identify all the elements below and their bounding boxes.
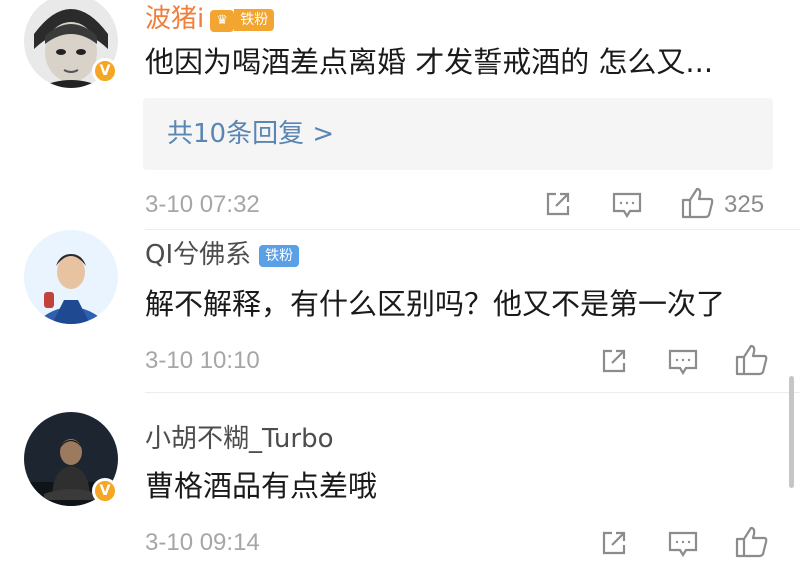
username[interactable]: QI兮佛系 铁粉: [145, 240, 300, 270]
share-icon[interactable]: [599, 528, 629, 562]
username[interactable]: 小胡不糊_Turbo: [145, 424, 334, 454]
fan-badge: 铁粉: [259, 245, 300, 267]
divider: [145, 392, 800, 393]
crown-icon: ♛: [210, 10, 235, 32]
comment-item: V 波猪i ♛ 铁粉 他因为喝酒差点离婚 才发誓戒酒的 怎么又... 共10条回复 …: [0, 0, 800, 230]
avatar[interactable]: [24, 230, 118, 324]
verified-badge-icon: V: [92, 58, 118, 84]
username-text[interactable]: 小胡不糊_Turbo: [145, 424, 334, 454]
comment-text[interactable]: 他因为喝酒差点离婚 才发誓戒酒的 怎么又...: [145, 44, 713, 80]
scrollbar[interactable]: [789, 376, 794, 488]
thumbs-up-icon[interactable]: [680, 186, 716, 224]
username[interactable]: 波猪i ♛ 铁粉: [145, 4, 275, 34]
like-count: 325: [724, 191, 765, 218]
comment-icon[interactable]: [611, 190, 643, 224]
comment-icon[interactable]: [667, 529, 699, 563]
timestamp: 3-10 10:10: [145, 347, 260, 374]
comment-text[interactable]: 曹格酒品有点差哦: [145, 468, 377, 504]
verified-badge-icon: V: [92, 478, 118, 504]
divider: [145, 229, 800, 230]
fan-badge: 铁粉: [234, 9, 275, 31]
timestamp: 3-10 09:14: [145, 529, 260, 556]
thumbs-up-icon[interactable]: [734, 525, 770, 563]
share-icon[interactable]: [543, 189, 573, 223]
comment-text[interactable]: 解不解释，有什么区别吗？他又不是第一次了: [145, 286, 725, 322]
view-replies-link[interactable]: 共10条回复 >: [167, 116, 334, 152]
username-text[interactable]: 波猪i: [145, 4, 204, 34]
comment-icon[interactable]: [667, 347, 699, 381]
reply-box[interactable]: 共10条回复 >: [143, 98, 773, 170]
timestamp: 3-10 07:32: [145, 191, 260, 218]
username-text[interactable]: QI兮佛系: [145, 240, 251, 270]
share-icon[interactable]: [599, 346, 629, 380]
thumbs-up-icon[interactable]: [734, 343, 770, 381]
